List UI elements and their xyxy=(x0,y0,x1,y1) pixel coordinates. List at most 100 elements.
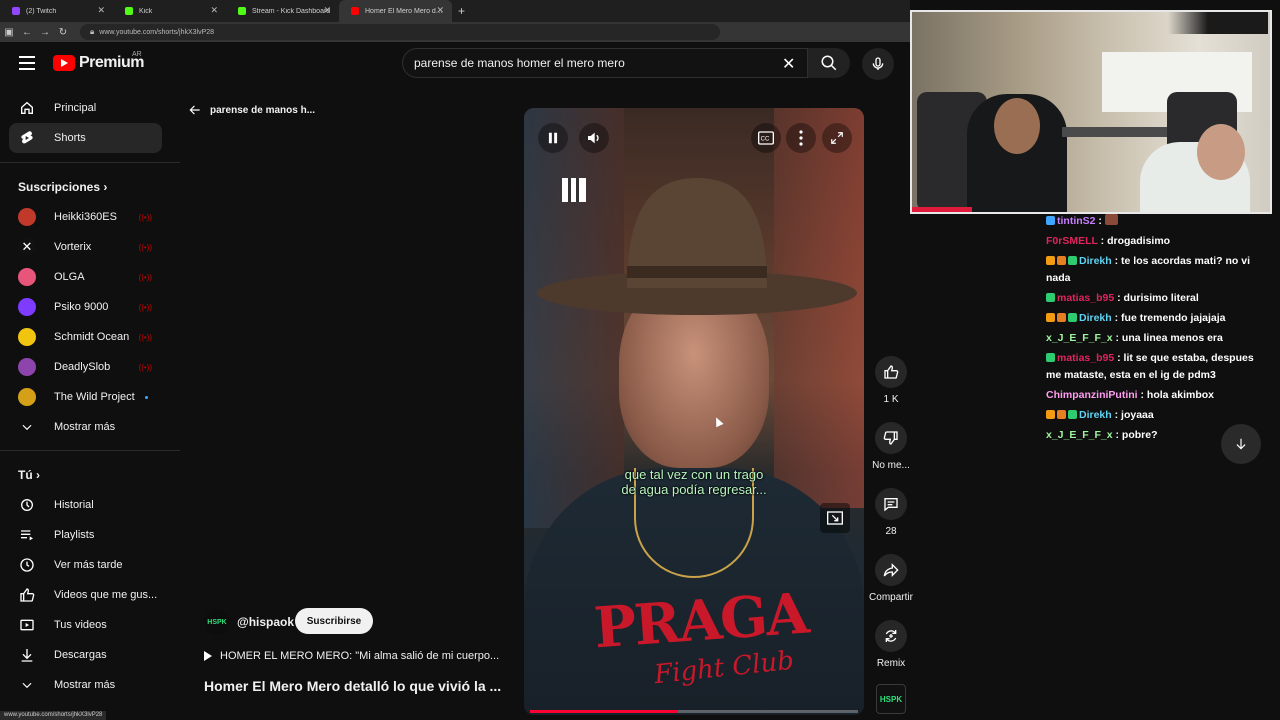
youtube-premium-logo[interactable]: Premium AR xyxy=(53,51,144,72)
live-icon: ((•)) xyxy=(138,302,152,312)
youtube-play-icon xyxy=(53,55,75,71)
thumbs-down-icon xyxy=(883,431,898,445)
like-button[interactable] xyxy=(875,356,907,388)
sidebar-show-more[interactable]: Mostrar más xyxy=(9,412,162,442)
more-options-button[interactable] xyxy=(786,123,816,153)
progress-fill xyxy=(530,710,678,713)
thumbs-up-icon xyxy=(884,365,899,379)
channel-info[interactable]: HSPK @hispaok xyxy=(204,609,294,635)
chat-username[interactable]: Direkh xyxy=(1079,409,1112,421)
browser-tab-youtube[interactable]: Homer El Mero Mero detal ✕ xyxy=(339,0,452,22)
comments-action[interactable]: 28 xyxy=(866,488,916,537)
you-heading[interactable]: Tú › xyxy=(18,468,40,482)
chat-badge-icon xyxy=(1046,313,1055,322)
chat-badge-icon xyxy=(1057,313,1066,322)
chat-text: drogadisimo xyxy=(1107,235,1171,247)
subscriptions-heading[interactable]: Suscripciones › xyxy=(18,180,107,194)
comments-button[interactable] xyxy=(875,488,907,520)
reload-icon[interactable]: ↻ xyxy=(54,27,72,38)
comment-icon xyxy=(884,498,898,512)
sidebar-sub-schmidt-ocean[interactable]: Schmidt Ocean ((•)) xyxy=(9,322,162,352)
share-action[interactable]: Compartir xyxy=(866,554,916,603)
channel-thumbnail[interactable]: HSPK xyxy=(876,684,906,714)
sidebar-sub-the-wild-project[interactable]: The Wild Project xyxy=(9,382,162,412)
fullscreen-button[interactable] xyxy=(822,123,852,153)
remix-button[interactable] xyxy=(875,620,907,652)
sidebar-item-tus-videos[interactable]: Tus videos xyxy=(9,610,162,640)
back-icon[interactable]: ← xyxy=(18,27,36,38)
sidebar-toggle-icon[interactable]: ▣ xyxy=(0,27,18,38)
sidebar-item-principal[interactable]: Principal xyxy=(9,93,162,123)
channel-name[interactable]: @hispaok xyxy=(237,615,294,629)
sidebar-item-playlists[interactable]: Playlists xyxy=(9,520,162,550)
sidebar-item-ver-mas-tarde[interactable]: Ver más tarde xyxy=(9,550,162,580)
sidebar-show-more-2[interactable]: Mostrar más xyxy=(9,670,162,700)
chat-message: Direkh : fue tremendo jajajaja xyxy=(1046,310,1266,327)
sidebar-sub-vorterix[interactable]: ✕ Vorterix ((•)) xyxy=(9,232,162,262)
chat-username[interactable]: ChimpanziniPutini xyxy=(1046,389,1138,401)
related-video-link[interactable]: HOMER EL MERO MERO: "Mi alma salió de mi… xyxy=(204,650,499,662)
arrow-left-icon xyxy=(189,105,200,115)
chat-username[interactable]: Direkh xyxy=(1079,312,1112,324)
chat-username[interactable]: tintinS2 xyxy=(1057,215,1096,227)
close-tab-icon[interactable]: ✕ xyxy=(323,5,331,16)
remix-action[interactable]: Remix xyxy=(866,620,916,669)
live-icon: ((•)) xyxy=(138,212,152,222)
shorts-player[interactable]: PRAGA Fight Club CC que tal vez con un t… xyxy=(524,108,864,715)
close-tab-icon[interactable]: ✕ xyxy=(97,5,105,16)
browser-tab-twitch[interactable]: (2) Twitch ✕ xyxy=(0,0,113,22)
video-progress-bar[interactable] xyxy=(530,710,858,713)
back-to-results[interactable]: parense de manos h... xyxy=(188,103,315,117)
sidebar-sub-psiko9000[interactable]: Psiko 9000 ((•)) xyxy=(9,292,162,322)
sidebar-item-videos-que-me-gustan[interactable]: Videos que me gus... xyxy=(9,580,162,610)
share-button[interactable] xyxy=(875,554,907,586)
cam-person-head xyxy=(1197,124,1245,180)
avatar xyxy=(18,358,36,376)
avatar: ✕ xyxy=(18,238,36,256)
sidebar-divider xyxy=(0,162,180,163)
clear-search-icon[interactable]: ✕ xyxy=(782,54,795,74)
close-tab-icon[interactable]: ✕ xyxy=(436,5,444,16)
volume-button[interactable] xyxy=(579,123,609,153)
chat-separator: : xyxy=(1097,235,1108,247)
chat-separator: : xyxy=(1137,389,1147,401)
picture-in-picture-icon xyxy=(827,511,843,525)
chat-scroll-down-button[interactable] xyxy=(1221,424,1261,464)
microphone-icon xyxy=(872,57,884,70)
chat-username[interactable]: Direkh xyxy=(1079,255,1112,267)
url-field[interactable]: 🔒︎ www.youtube.com/shorts/jhkX3lvP28 xyxy=(80,24,720,40)
chat-username[interactable]: x_J_E_F_F_x xyxy=(1046,332,1113,344)
browser-tab-kick-dashboard[interactable]: Stream - Kick Dashboard ✕ xyxy=(226,0,339,22)
dislike-action[interactable]: No me... xyxy=(866,422,916,471)
forward-icon[interactable]: → xyxy=(36,27,54,38)
channel-watermark-icon xyxy=(562,178,586,202)
remix-icon xyxy=(885,630,897,642)
sidebar-item-historial[interactable]: Historial xyxy=(9,490,162,520)
pause-button[interactable] xyxy=(538,123,568,153)
dislike-button[interactable] xyxy=(875,422,907,454)
search-input[interactable]: parense de manos homer el mero mero xyxy=(402,48,808,78)
chat-username[interactable]: matias_b95 xyxy=(1057,352,1114,364)
close-tab-icon[interactable]: ✕ xyxy=(210,5,218,16)
pip-button[interactable] xyxy=(820,503,850,533)
hamburger-menu-icon[interactable] xyxy=(19,56,35,70)
like-action[interactable]: 1 K xyxy=(866,356,916,405)
chat-username[interactable]: x_J_E_F_F_x xyxy=(1046,429,1113,441)
chat-username[interactable]: matias_b95 xyxy=(1057,292,1114,304)
sidebar-item-descargas[interactable]: Descargas xyxy=(9,640,162,670)
sidebar-sub-heikki360es[interactable]: Heikki360ES ((•)) xyxy=(9,202,162,232)
voice-search-button[interactable] xyxy=(862,48,894,80)
new-tab-button[interactable]: + xyxy=(458,4,465,18)
sidebar-item-shorts[interactable]: Shorts xyxy=(9,123,162,153)
chat-separator: : xyxy=(1114,352,1124,364)
chat-text: durisimo literal xyxy=(1123,292,1199,304)
chat-username[interactable]: F0rSMELL xyxy=(1046,235,1098,247)
search-button[interactable] xyxy=(808,48,850,78)
captions-button[interactable]: CC xyxy=(751,123,781,153)
sidebar-sub-olga[interactable]: OLGA ((•)) xyxy=(9,262,162,292)
subscribe-button[interactable]: Suscribirse xyxy=(295,608,373,634)
avatar xyxy=(18,208,36,226)
sidebar-sub-deadlyslob[interactable]: DeadlySlob ((•)) xyxy=(9,352,162,382)
browser-tab-kick[interactable]: Kick ✕ xyxy=(113,0,226,22)
live-chat: tintinS2 : F0rSMELL : drogadisimo Direkh … xyxy=(1046,213,1266,447)
